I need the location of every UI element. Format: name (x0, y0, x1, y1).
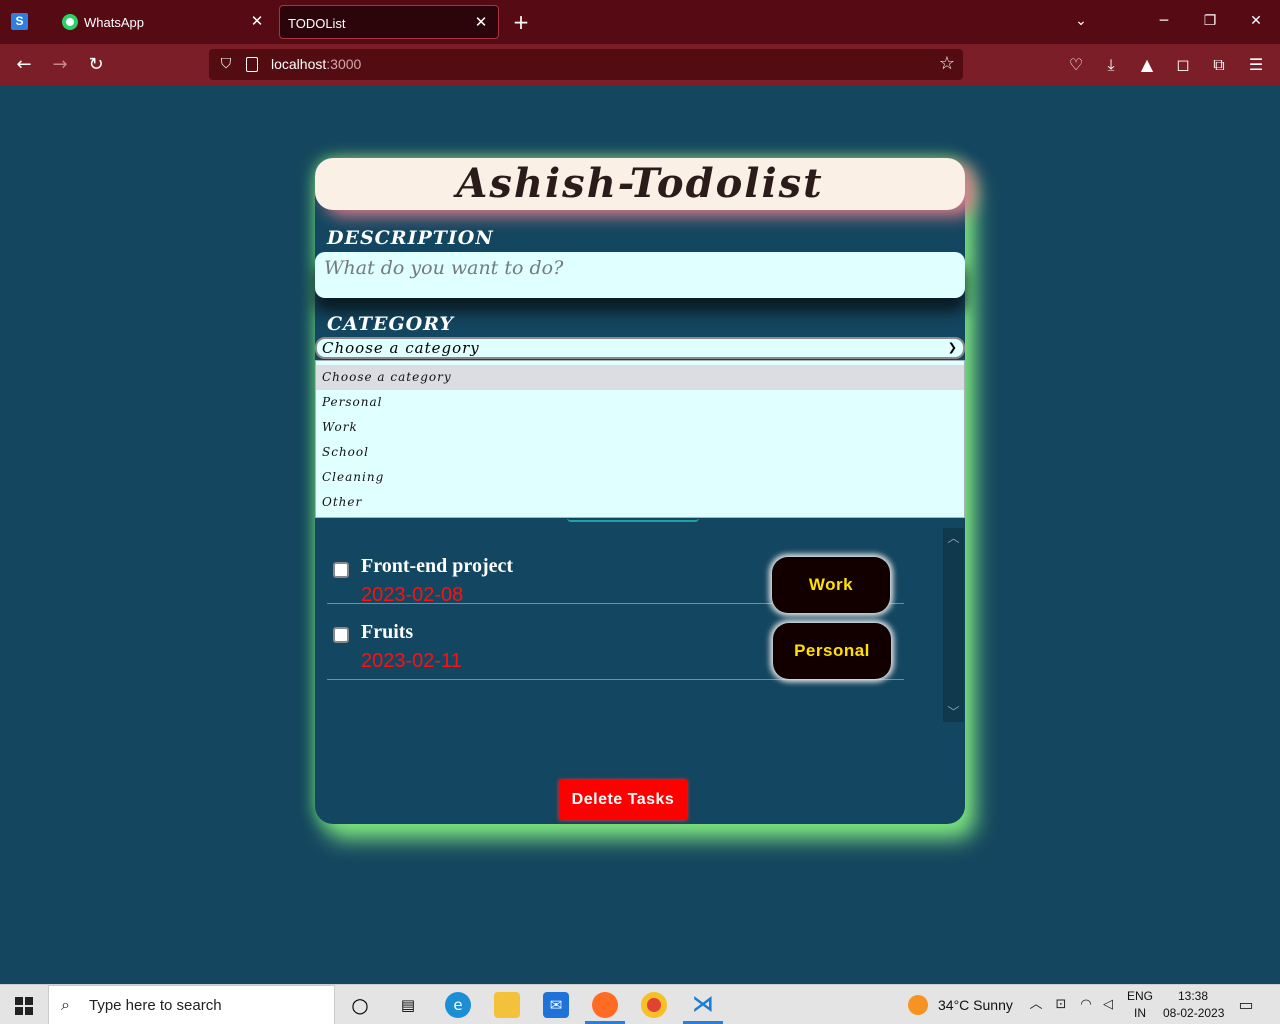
search-placeholder: Type here to search (89, 997, 222, 1014)
description-label: DESCRIPTION (327, 227, 494, 249)
window-close-icon[interactable]: ✕ (1246, 11, 1266, 31)
volume-icon[interactable]: ◁ (1100, 997, 1116, 1013)
category-select-value: Choose a category (322, 339, 480, 357)
task-checkbox[interactable] (333, 627, 349, 643)
windows-taskbar: ⌕ Type here to search ○ ▤ e ✉ ⋊ 34°C Sun… (0, 984, 1280, 1024)
pocket-icon[interactable]: ♡ (1065, 54, 1087, 76)
weather-text[interactable]: 34°C Sunny (938, 997, 1013, 1013)
reload-icon[interactable]: ↻ (84, 53, 108, 77)
tab-todolist[interactable]: TODOList ✕ (279, 5, 499, 39)
dropdown-option[interactable]: Choose a category (316, 365, 964, 390)
app-title: Ashish-Todolist (456, 160, 824, 207)
language-label[interactable]: ENG (1127, 989, 1153, 1003)
task-checkbox[interactable] (333, 562, 349, 578)
clock-time[interactable]: 13:38 (1178, 989, 1208, 1003)
notifications-icon[interactable]: ▭ (1238, 997, 1254, 1013)
restore-icon[interactable]: ❐ (1200, 11, 1220, 31)
download-icon[interactable]: ⤓ (1100, 54, 1122, 76)
taskbar-search[interactable]: ⌕ Type here to search (48, 985, 335, 1024)
tab-whatsapp[interactable]: WhatsApp ✕ (48, 5, 274, 39)
weather-sun-icon[interactable] (908, 995, 928, 1015)
close-icon[interactable]: ✕ (472, 14, 490, 32)
menu-icon[interactable]: ☰ (1245, 54, 1267, 76)
task-item: Fruits 2023-02-11 Personal (327, 618, 904, 680)
container-icon[interactable]: ◻ (1172, 54, 1194, 76)
search-icon: ⌕ (61, 995, 70, 1014)
app-s-icon[interactable]: S (11, 13, 28, 30)
vscode-icon[interactable]: ⋊ (690, 992, 716, 1018)
dropdown-option[interactable]: Personal (316, 390, 964, 415)
network-device-icon[interactable]: ⊡ (1053, 997, 1069, 1013)
forward-arrow-icon[interactable]: → (48, 53, 72, 77)
clock-date[interactable]: 08-02-2023 (1163, 1006, 1224, 1020)
mail-icon[interactable]: ✉ (543, 992, 569, 1018)
page-icon[interactable] (246, 57, 258, 72)
todo-card: Ashish-Todolist DESCRIPTION CATEGORY Cho… (315, 158, 965, 824)
scroll-up-icon[interactable]: ︿ (943, 528, 964, 548)
scrollbar[interactable]: ︿ ﹀ (943, 528, 964, 722)
wifi-icon[interactable]: ◠ (1078, 997, 1094, 1013)
task-date: 2023-02-08 (361, 584, 464, 606)
delete-tasks-button[interactable]: Delete Tasks (559, 780, 687, 820)
tab-label: WhatsApp (84, 15, 144, 30)
extension-icon[interactable]: ▲ (1136, 54, 1158, 76)
category-label: CATEGORY (327, 313, 454, 335)
tab-label: TODOList (288, 16, 346, 31)
dropdown-option[interactable]: Other (316, 490, 964, 515)
bookmark-star-icon[interactable]: ☆ (939, 53, 955, 74)
task-category-badge[interactable]: Work (772, 557, 890, 613)
task-date: 2023-02-11 (361, 650, 462, 672)
task-name: Front-end project (361, 555, 514, 577)
region-label[interactable]: IN (1134, 1006, 1146, 1020)
windows-start-icon[interactable] (15, 997, 33, 1015)
edge-icon[interactable]: e (445, 992, 471, 1018)
minimize-icon[interactable]: ─ (1154, 11, 1174, 31)
task-name: Fruits (361, 621, 414, 643)
chrome-icon[interactable] (641, 992, 667, 1018)
chevron-down-icon: ❯ (947, 341, 957, 354)
browser-tab-bar: S WhatsApp ✕ TODOList ✕ + ⌄ ─ ❐ ✕ (0, 0, 1280, 44)
list-tabs-chevron-icon[interactable]: ⌄ (1071, 11, 1091, 31)
dropdown-option[interactable]: Cleaning (316, 465, 964, 490)
browser-nav-bar: ← → ↻ ⛉ localhost:3000 ☆ ♡ ⤓ ▲ ◻ ⧉ ☰ (0, 44, 1280, 85)
dropdown-option[interactable]: Work (316, 415, 964, 440)
puzzle-icon[interactable]: ⧉ (1208, 54, 1230, 76)
task-category-badge[interactable]: Personal (773, 623, 891, 679)
back-arrow-icon[interactable]: ← (12, 53, 36, 77)
category-dropdown: Choose a category Personal Work School C… (315, 360, 965, 518)
new-tab-icon[interactable]: + (510, 11, 532, 33)
url-text[interactable]: localhost:3000 (271, 56, 361, 72)
task-list[interactable]: Front-end project 2023-02-08 Work Fruits… (315, 528, 965, 722)
chevron-up-icon[interactable]: ︿ (1028, 997, 1044, 1013)
dropdown-option[interactable]: School (316, 440, 964, 465)
shield-icon[interactable]: ⛉ (219, 56, 233, 73)
title-banner: Ashish-Todolist (315, 158, 965, 210)
scroll-down-icon[interactable]: ﹀ (943, 702, 964, 722)
task-item: Front-end project 2023-02-08 Work (327, 542, 904, 613)
close-icon[interactable]: ✕ (248, 13, 266, 31)
address-bar[interactable]: ⛉ localhost:3000 ☆ (209, 49, 963, 80)
cortana-icon[interactable]: ○ (347, 992, 373, 1018)
whatsapp-icon (62, 14, 78, 30)
description-input[interactable] (315, 252, 965, 298)
file-explorer-icon[interactable] (494, 992, 520, 1018)
category-select[interactable]: Choose a category ❯ (315, 337, 965, 359)
task-view-icon[interactable]: ▤ (395, 992, 421, 1018)
firefox-icon[interactable] (592, 992, 618, 1018)
